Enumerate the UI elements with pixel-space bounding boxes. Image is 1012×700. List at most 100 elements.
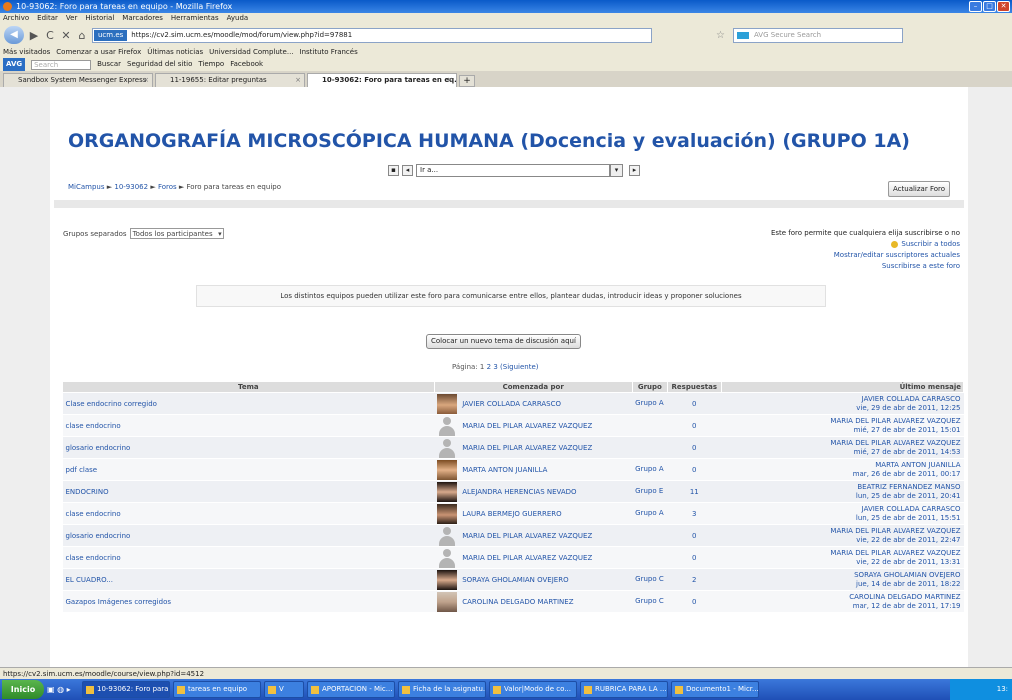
author-link[interactable]: ALEJANDRA HERENCIAS NEVADO xyxy=(462,488,576,496)
replies-link[interactable]: 0 xyxy=(692,598,696,606)
author-link[interactable]: SORAYA GHOLAMIAN OVEJERO xyxy=(462,576,568,584)
avatar[interactable] xyxy=(437,569,458,590)
avatar[interactable] xyxy=(437,591,458,612)
breadcrumb-micampus[interactable]: MiCampus xyxy=(68,183,105,191)
avatar[interactable] xyxy=(437,393,458,414)
avg-weather[interactable]: Tiempo xyxy=(198,58,224,71)
reload-button[interactable]: C xyxy=(44,29,56,42)
last-post-date[interactable]: mié, 27 de abr de 2011, 15:01 xyxy=(724,426,961,435)
last-post-author[interactable]: JAVIER COLLADA CARRASCO xyxy=(724,505,961,514)
add-discussion-button[interactable]: Colocar un nuevo tema de discusión aquí xyxy=(426,334,581,349)
topic-link[interactable]: clase endocrino xyxy=(62,546,435,569)
bookmark-item[interactable]: Comenzar a usar Firefox xyxy=(56,46,141,58)
tab-close-icon[interactable]: × xyxy=(143,74,149,87)
groups-select[interactable]: Todos los participantes xyxy=(129,228,224,239)
avatar[interactable] xyxy=(437,526,457,546)
group-link[interactable]: Grupo C xyxy=(635,597,664,605)
last-post-date[interactable]: jue, 14 de abr de 2011, 18:22 xyxy=(724,580,961,589)
bookmark-item[interactable]: Universidad Complute... xyxy=(209,46,293,58)
tab-close-icon[interactable]: × xyxy=(295,74,301,87)
minimize-button[interactable]: – xyxy=(969,1,982,12)
topic-link[interactable]: glosario endocrino xyxy=(62,436,435,459)
avatar[interactable] xyxy=(437,481,458,502)
avg-logo[interactable]: AVG xyxy=(3,58,26,71)
show-subscribers-link[interactable]: Mostrar/editar suscriptores actuales xyxy=(771,250,960,261)
avg-search-button[interactable]: Buscar xyxy=(97,58,121,71)
topic-link[interactable]: pdf clase xyxy=(62,458,435,481)
last-post-date[interactable]: mar, 26 de abr de 2011, 00:17 xyxy=(724,470,961,479)
last-post-author[interactable]: SORAYA GHOLAMIAN OVEJERO xyxy=(724,571,960,580)
replies-link[interactable]: 0 xyxy=(692,532,696,540)
last-post-author[interactable]: MARIA DEL PILAR ALVAREZ VAZQUEZ xyxy=(724,439,960,448)
author-link[interactable]: MARIA DEL PILAR ALVAREZ VAZQUEZ xyxy=(462,554,592,562)
avatar[interactable] xyxy=(437,503,458,524)
group-link[interactable]: Grupo E xyxy=(635,487,663,495)
replies-link[interactable]: 3 xyxy=(692,510,696,518)
last-post-date[interactable]: mié, 27 de abr de 2011, 14:53 xyxy=(724,448,961,457)
last-post-author[interactable]: MARTA ANTON JUANILLA xyxy=(724,461,960,470)
menu-ver[interactable]: Ver xyxy=(66,13,77,24)
close-button[interactable]: ✕ xyxy=(997,1,1010,12)
last-post-author[interactable]: BEATRIZ FERNANDEZ MANSO xyxy=(724,483,960,492)
topic-link[interactable]: ENDOCRINO xyxy=(62,480,435,503)
bookmark-item[interactable]: Más visitados xyxy=(3,46,50,58)
jump-select[interactable]: Ir a... xyxy=(416,164,623,177)
forward-button[interactable]: ▶ xyxy=(28,29,40,42)
topic-link[interactable]: EL CUADRO... xyxy=(62,568,435,591)
tab-foro[interactable]: 10-93062: Foro para tareas en eq... × xyxy=(307,73,457,87)
avg-search-input[interactable]: Search xyxy=(31,59,92,70)
jump-prev-button[interactable]: ◂ xyxy=(402,165,413,176)
avatar[interactable] xyxy=(437,438,457,458)
subscribe-all-link[interactable]: Suscribir a todos xyxy=(901,240,960,248)
last-post-date[interactable]: lun, 25 de abr de 2011, 20:41 xyxy=(724,492,961,501)
new-tab-button[interactable]: + xyxy=(459,75,475,87)
replies-link[interactable]: 0 xyxy=(692,466,696,474)
taskbar-item[interactable]: Valor|Modo de co... xyxy=(489,681,577,698)
menu-archivo[interactable]: Archivo xyxy=(3,13,29,24)
menu-herramientas[interactable]: Herramientas xyxy=(171,13,219,24)
topic-link[interactable]: glosario endocrino xyxy=(62,524,435,547)
breadcrumb-forums[interactable]: Foros xyxy=(158,183,177,191)
subscribe-forum-link[interactable]: Suscribirse a este foro xyxy=(771,261,960,272)
menu-editar[interactable]: Editar xyxy=(37,13,58,24)
tab-sandbox[interactable]: Sandbox System Messenger Express × xyxy=(3,73,153,87)
url-bar[interactable]: ucm.es https://cv2.sim.ucm.es/moodle/mod… xyxy=(92,27,652,43)
author-link[interactable]: MARIA DEL PILAR ALVAREZ VAZQUEZ xyxy=(462,532,592,540)
taskbar-item[interactable]: V xyxy=(264,681,304,698)
menu-historial[interactable]: Historial xyxy=(85,13,114,24)
breadcrumb-course[interactable]: 10-93062 xyxy=(114,183,148,191)
tab-close-icon[interactable]: × xyxy=(447,74,453,87)
author-link[interactable]: MARTA ANTON JUANILLA xyxy=(462,466,547,474)
maximize-button[interactable]: □ xyxy=(983,1,996,12)
url-text[interactable]: https://cv2.sim.ucm.es/moodle/mod/forum/… xyxy=(131,29,352,42)
quick-launch[interactable]: ▣ ◍ ▸ xyxy=(47,685,79,694)
last-post-date[interactable]: vie, 29 de abr de 2011, 12:25 xyxy=(724,404,960,413)
replies-link[interactable]: 0 xyxy=(692,400,696,408)
author-link[interactable]: JAVIER COLLADA CARRASCO xyxy=(462,400,561,408)
last-post-date[interactable]: vie, 22 de abr de 2011, 22:47 xyxy=(724,536,960,545)
author-link[interactable]: MARIA DEL PILAR ALVAREZ VAZQUEZ xyxy=(462,422,592,430)
page-link[interactable]: 2 xyxy=(487,363,491,371)
taskbar-item[interactable]: 10-93062: Foro para ... xyxy=(82,681,170,698)
back-button[interactable]: ◀ xyxy=(4,26,24,44)
start-button[interactable]: Inicio xyxy=(2,680,44,699)
replies-link[interactable]: 0 xyxy=(692,422,696,430)
avatar[interactable] xyxy=(437,548,457,568)
author-link[interactable]: CAROLINA DELGADO MARTINEZ xyxy=(462,598,573,606)
last-post-date[interactable]: lun, 25 de abr de 2011, 15:51 xyxy=(724,514,961,523)
author-link[interactable]: LAURA BERMEJO GUERRERO xyxy=(462,510,561,518)
stop-button[interactable]: ✕ xyxy=(60,29,72,42)
taskbar-item[interactable]: Documento1 - Micr... xyxy=(671,681,759,698)
topic-link[interactable]: Clase endocrino corregido xyxy=(62,392,435,415)
taskbar-item[interactable]: Ficha de la asignatu... xyxy=(398,681,486,698)
last-post-date[interactable]: mar, 12 de abr de 2011, 17:19 xyxy=(724,602,961,611)
replies-link[interactable]: 0 xyxy=(692,444,696,452)
avatar[interactable] xyxy=(437,416,457,436)
last-post-author[interactable]: MARIA DEL PILAR ALVAREZ VAZQUEZ xyxy=(724,527,960,536)
avg-facebook[interactable]: Facebook xyxy=(230,58,263,71)
topic-link[interactable]: clase endocrino xyxy=(62,502,435,525)
topic-link[interactable]: clase endocrino xyxy=(62,414,435,437)
last-post-author[interactable]: MARIA DEL PILAR ALVAREZ VAZQUEZ xyxy=(724,549,960,558)
taskbar-item[interactable]: RUBRICA PARA LA ... xyxy=(580,681,668,698)
menu-ayuda[interactable]: Ayuda xyxy=(227,13,249,24)
